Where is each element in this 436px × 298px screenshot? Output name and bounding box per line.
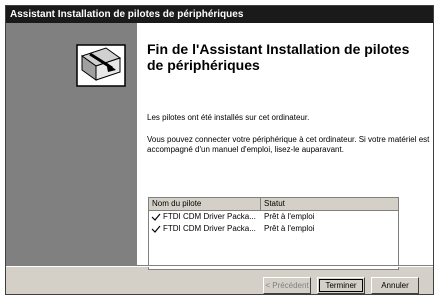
connect-device-text: Vous pouvez connecter votre périphérique… [147, 135, 430, 154]
install-complete-text: Les pilotes ont été installés sur cet or… [147, 113, 310, 122]
button-separator [6, 265, 433, 267]
cancel-button[interactable]: Annuler [371, 277, 419, 294]
table-row[interactable]: FTDI CDM Driver Packa... Prêt à l'emploi [149, 211, 398, 223]
finish-button[interactable]: Terminer [317, 277, 365, 294]
window-title: Assistant Installation de pilotes de pér… [6, 6, 433, 23]
wizard-content: Fin de l'Assistant Installation de pilot… [137, 23, 433, 270]
driver-name: FTDI CDM Driver Packa... [163, 212, 256, 221]
column-header-status[interactable]: Statut [261, 198, 398, 210]
check-icon [151, 213, 161, 221]
driver-status: Prêt à l'emploi [264, 224, 315, 233]
wizard-heading: Fin de l'Assistant Installation de pilot… [147, 41, 410, 73]
driver-list[interactable]: Nom du pilote Statut FTDI CDM Driver Pac… [148, 197, 399, 270]
driver-name: FTDI CDM Driver Packa... [163, 224, 256, 233]
previous-button[interactable]: < Précédent [263, 277, 311, 294]
column-header-driver-name[interactable]: Nom du pilote [149, 198, 261, 210]
table-row[interactable]: FTDI CDM Driver Packa... Prêt à l'emploi [149, 223, 398, 235]
driver-status: Prêt à l'emploi [264, 212, 315, 221]
check-icon [151, 225, 161, 233]
wizard-window: Assistant Installation de pilotes de pér… [5, 5, 434, 295]
wizard-side-panel [6, 23, 137, 265]
driver-list-header: Nom du pilote Statut [149, 198, 398, 211]
wizard-drive-icon [76, 44, 126, 87]
